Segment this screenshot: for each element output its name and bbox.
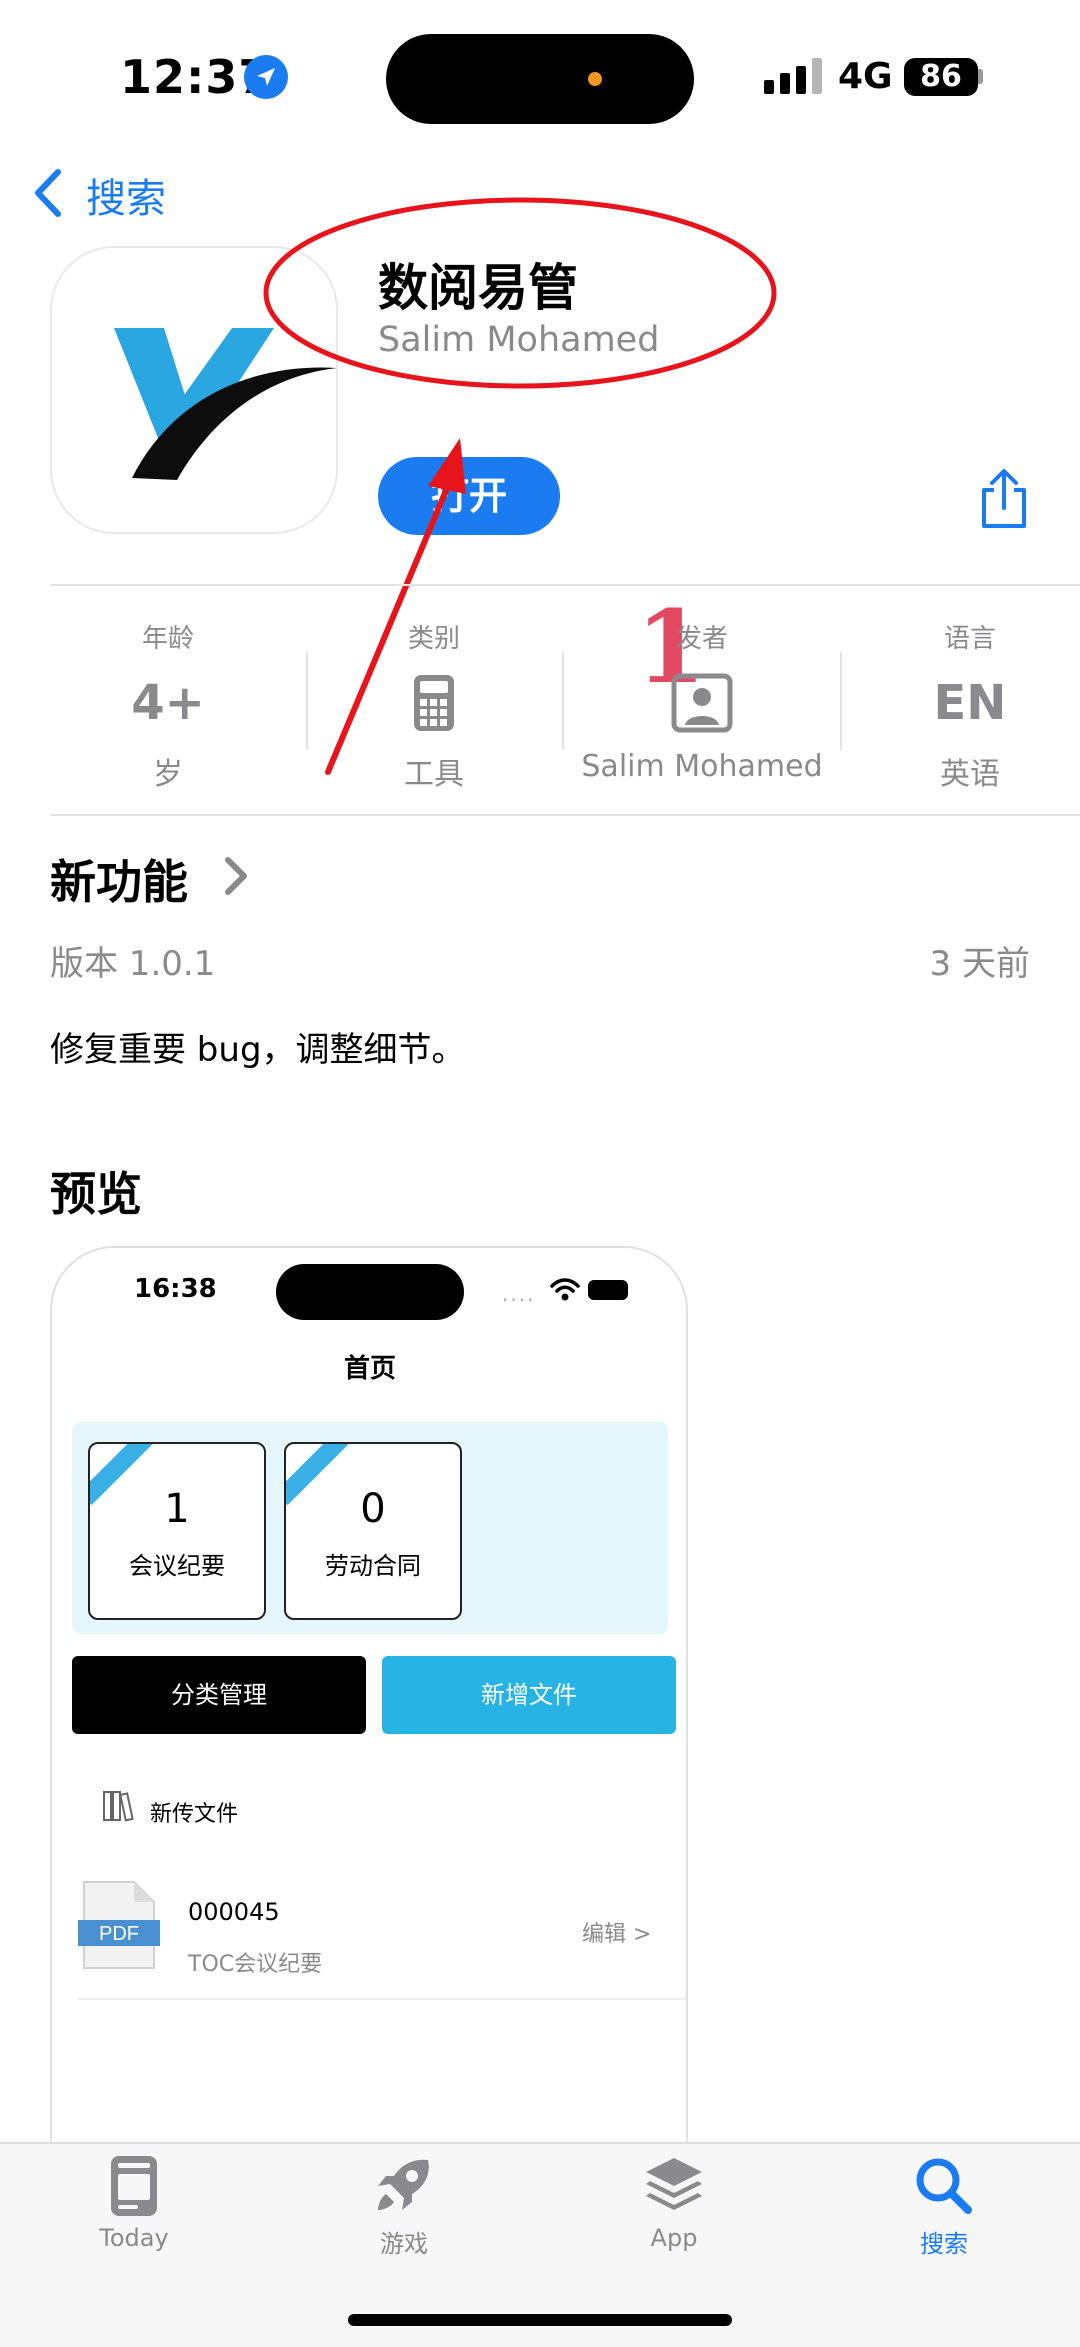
today-icon bbox=[111, 2156, 157, 2216]
version-label: 版本 1.0.1 bbox=[50, 944, 216, 984]
info-language-label: 语言 bbox=[943, 624, 996, 654]
layers-icon bbox=[646, 2158, 702, 2210]
info-developer-label: 发者 bbox=[675, 624, 728, 654]
info-age-sub: 岁 bbox=[153, 757, 183, 792]
info-category-label: 类别 bbox=[407, 624, 460, 654]
card-label: 劳动合同 bbox=[325, 1552, 421, 1580]
preview-card: 1 会议纪要 bbox=[88, 1442, 266, 1620]
preview-page-title: 首页 bbox=[343, 1354, 396, 1384]
annotation-ellipse bbox=[263, 197, 777, 389]
divider bbox=[50, 584, 1080, 586]
pdf-badge: PDF bbox=[99, 1923, 139, 1945]
card-count: 0 bbox=[360, 1486, 386, 1532]
calculator-icon bbox=[334, 673, 534, 733]
chevron-left-icon[interactable] bbox=[28, 166, 68, 220]
wifi-icon bbox=[550, 1278, 580, 1301]
search-icon bbox=[916, 2158, 972, 2214]
info-category-sub: 工具 bbox=[404, 757, 464, 792]
tab-games[interactable]: 游戏 bbox=[334, 2152, 474, 2259]
separator bbox=[306, 652, 308, 750]
dynamic-island bbox=[386, 34, 694, 124]
tab-search-label: 搜索 bbox=[920, 2230, 968, 2258]
release-time: 3 天前 bbox=[929, 944, 1030, 984]
tab-games-label: 游戏 bbox=[380, 2230, 428, 2258]
tab-search[interactable]: 搜索 bbox=[874, 2152, 1014, 2259]
tab-apps-label: App bbox=[650, 2224, 698, 2252]
preview-add-button: 新增文件 bbox=[382, 1656, 676, 1734]
preview-manage-button: 分类管理 bbox=[72, 1656, 366, 1734]
home-indicator bbox=[348, 2314, 732, 2326]
preview-card: 0 劳动合同 bbox=[284, 1442, 462, 1620]
info-age: 年龄 4+ 岁 bbox=[68, 618, 268, 793]
preview-battery-icon bbox=[588, 1280, 628, 1300]
preview-edit-link: 编辑 > bbox=[582, 1922, 652, 1947]
separator bbox=[562, 652, 564, 750]
card-count: 1 bbox=[164, 1486, 190, 1532]
privacy-indicator bbox=[588, 72, 602, 86]
preview-doc-number: 000045 bbox=[188, 1898, 280, 1926]
separator bbox=[840, 652, 842, 750]
info-age-value: 4+ bbox=[131, 675, 205, 731]
pdf-file-icon: PDF bbox=[78, 1881, 160, 1969]
info-language-value: EN bbox=[933, 675, 1007, 731]
preview-dynamic-island bbox=[276, 1264, 464, 1320]
tab-today[interactable]: Today bbox=[64, 2152, 204, 2252]
chevron-right-icon[interactable] bbox=[220, 854, 250, 898]
whats-new-title[interactable]: 新功能 bbox=[50, 846, 188, 912]
location-arrow-icon bbox=[244, 55, 288, 99]
rocket-icon bbox=[378, 2159, 429, 2210]
info-language-sub: 英语 bbox=[940, 757, 1000, 792]
tab-apps[interactable]: App bbox=[604, 2152, 744, 2252]
preview-signal-dots: .... bbox=[502, 1282, 536, 1306]
tab-today-label: Today bbox=[99, 2224, 169, 2252]
books-icon bbox=[103, 1791, 134, 1822]
divider bbox=[50, 814, 1080, 816]
preview-recent-label: 新传文件 bbox=[150, 1802, 239, 1827]
info-developer[interactable]: 发者 Salim Mohamed bbox=[576, 618, 828, 784]
battery-cap bbox=[978, 69, 983, 84]
preview-title: 预览 bbox=[50, 1167, 142, 1221]
info-category: 类别 工具 bbox=[334, 618, 534, 793]
card-label: 会议纪要 bbox=[129, 1552, 225, 1580]
preview-doc-category: TOC会议纪要 bbox=[188, 1952, 323, 1977]
cellular-signal-icon bbox=[764, 58, 822, 94]
share-icon[interactable] bbox=[976, 468, 1032, 530]
preview-time: 16:38 bbox=[134, 1274, 217, 1304]
person-icon bbox=[576, 673, 828, 733]
network-type: 4G bbox=[838, 56, 893, 97]
battery-level: 86 bbox=[904, 58, 978, 96]
info-language: 语言 EN 英语 bbox=[870, 618, 1070, 793]
back-button[interactable]: 搜索 bbox=[86, 166, 166, 224]
info-developer-sub: Salim Mohamed bbox=[581, 749, 823, 784]
preview-divider bbox=[78, 1998, 686, 2000]
release-notes: 修复重要 bug，调整细节。 bbox=[50, 1030, 466, 1070]
info-age-label: 年龄 bbox=[141, 624, 194, 654]
